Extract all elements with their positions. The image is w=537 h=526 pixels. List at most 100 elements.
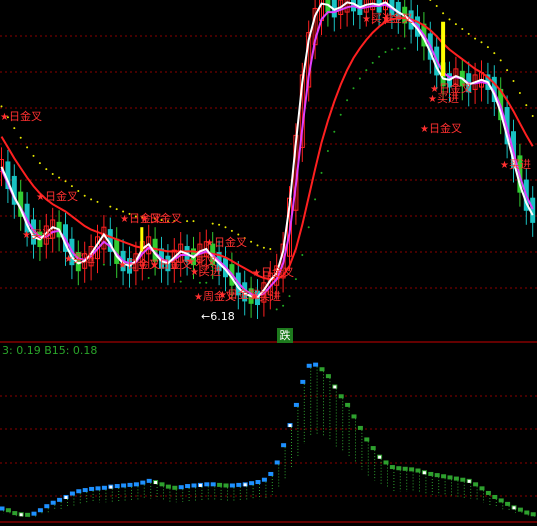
signal-star-7: ★ (150, 260, 159, 271)
signal-label-1: 日金叉 (45, 189, 78, 203)
sar-dot-82 (525, 104, 528, 107)
osc-white-dot-17 (109, 485, 113, 489)
osc-mark-44 (281, 443, 287, 448)
indicator-header-text: 3: 0.19 B15: 0.18 (2, 344, 98, 357)
osc-mark-37 (236, 482, 242, 487)
osc-mark-14 (89, 486, 95, 491)
osc-mark-36 (229, 483, 235, 488)
signal-star-18: ★ (500, 160, 509, 171)
sar-dot-42 (269, 247, 272, 250)
osc-mark-82 (524, 510, 530, 515)
osc-mark-71 (453, 476, 459, 481)
osc-mark-19 (121, 483, 127, 488)
sar-dot-28 (179, 280, 182, 283)
sar-dot-18 (115, 208, 118, 211)
sar-dot-10 (64, 180, 67, 183)
sar-dot-33 (211, 222, 214, 225)
osc-mark-60 (383, 460, 389, 465)
osc-white-dot-73 (467, 479, 471, 483)
osc-mark-42 (268, 471, 274, 476)
osc-mark-15 (95, 486, 101, 491)
sar-dot-53 (339, 113, 342, 116)
signal-star-16: ★ (428, 94, 437, 105)
osc-mark-16 (101, 485, 107, 490)
osc-mark-21 (133, 482, 139, 487)
sar-dot-54 (346, 99, 349, 102)
osc-mark-54 (345, 402, 351, 407)
sar-dot-43 (275, 308, 278, 311)
osc-mark-33 (210, 482, 216, 487)
sar-dot-14 (90, 198, 93, 201)
sar-dot-68 (435, 5, 438, 8)
osc-mark-68 (434, 473, 440, 478)
osc-mark-77 (492, 494, 498, 499)
signal-label-9: 日金叉 (214, 235, 247, 249)
sar-dot-51 (326, 150, 329, 153)
osc-mark-9 (57, 497, 63, 502)
osc-mark-49 (313, 362, 319, 367)
signal-label-12: 死叉 (195, 255, 217, 268)
sar-dot-9 (58, 176, 61, 179)
osc-mark-62 (396, 466, 402, 471)
buy-bar-right (441, 21, 446, 77)
osc-white-dot-45 (288, 424, 292, 428)
osc-mark-28 (178, 485, 184, 490)
ma-red-line (0, 17, 534, 281)
sar-dot-46 (294, 278, 297, 281)
signal-star-8: ★ (190, 267, 199, 278)
osc-mark-57 (364, 437, 370, 442)
osc-mark-72 (460, 477, 466, 482)
osc-mark-43 (274, 460, 280, 465)
sar-dot-61 (390, 48, 393, 51)
osc-white-dot-80 (512, 506, 516, 510)
sar-dot-70 (448, 18, 451, 21)
sar-dot-13 (83, 194, 86, 197)
sar-dot-2 (13, 127, 16, 130)
signal-star-5: ★ (64, 254, 73, 265)
sar-dot-59 (378, 55, 381, 58)
osc-mark-61 (389, 465, 395, 470)
osc-white-dot-52 (333, 385, 337, 389)
sar-dot-63 (403, 47, 406, 50)
signal-star-9: ★ (205, 238, 214, 249)
sar-dot-56 (358, 77, 361, 80)
sar-dot-77 (493, 52, 496, 55)
signal-star-11: ★ (218, 290, 227, 301)
sar-dot-45 (288, 295, 291, 298)
osc-white-dot-38 (243, 483, 247, 487)
osc-mark-48 (306, 363, 312, 368)
osc-mark-76 (485, 490, 491, 495)
osc-mark-50 (319, 367, 325, 372)
sar-dot-74 (474, 37, 477, 40)
sar-dot-6 (38, 162, 41, 165)
low-price-marker: ←6.18 (201, 310, 235, 323)
osc-mark-53 (338, 394, 344, 399)
osc-white-dot-66 (422, 471, 426, 475)
sar-dot-31 (198, 281, 201, 284)
osc-mark-75 (479, 486, 485, 491)
signal-star-15: ★ (362, 14, 371, 25)
sar-dot-50 (320, 171, 323, 174)
sar-dot-67 (429, 0, 432, 1)
sar-dot-58 (371, 61, 374, 64)
signal-star-0: ★ (0, 112, 9, 123)
stock-chart: ★ 日金叉★ 日金叉★ 买进★ 日金叉★ 日金叉★ 买进★ 日金叉★ 日金叉★ 买进★ 日金叉★ 周金… (0, 0, 537, 523)
osc-mark-22 (140, 480, 146, 485)
osc-mark-8 (50, 500, 56, 505)
osc-mark-29 (185, 484, 191, 489)
osc-mark-34 (217, 482, 223, 487)
signal-label-17: 日金叉 (439, 81, 472, 95)
osc-mark-23 (146, 478, 152, 483)
osc-mark-35 (223, 483, 229, 488)
osc-mark-1 (5, 508, 11, 513)
signal-label-13: 买进 (259, 290, 281, 303)
signal-star-13: ★ (250, 292, 259, 303)
osc-mark-63 (402, 466, 408, 471)
sar-dot-83 (531, 115, 534, 118)
sar-dot-57 (365, 69, 368, 72)
sar-dot-73 (467, 32, 470, 35)
signal-star-17: ★ (430, 84, 439, 95)
osc-mark-0 (0, 506, 5, 511)
sar-dot-19 (122, 210, 125, 213)
sar-dot-76 (486, 46, 489, 49)
